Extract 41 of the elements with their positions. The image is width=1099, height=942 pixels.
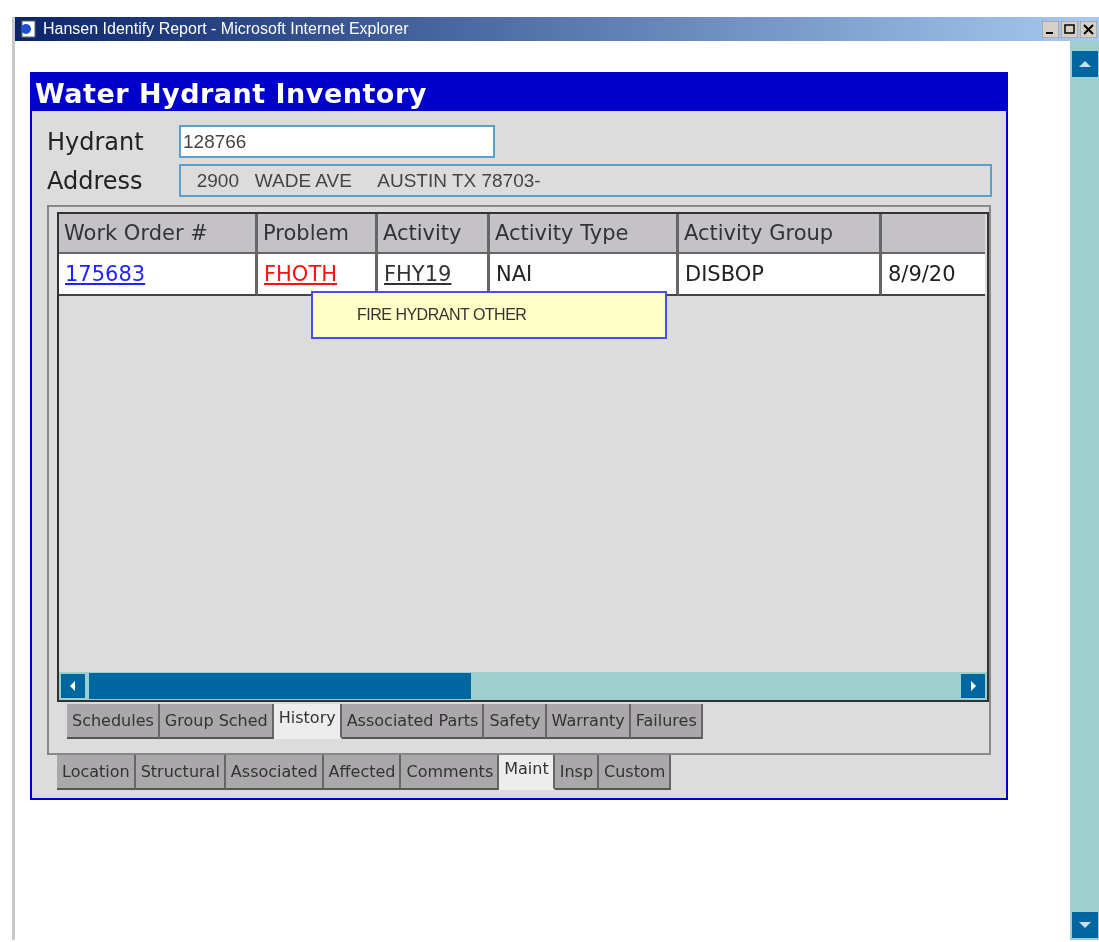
tab[interactable]: Custom xyxy=(599,755,672,790)
scroll-up-icon[interactable] xyxy=(1071,51,1098,77)
column-header: Work Order # xyxy=(59,214,258,254)
tab[interactable]: Affected xyxy=(323,755,402,790)
cell-link[interactable]: FHY19 xyxy=(384,262,452,286)
browser-icon xyxy=(19,20,37,38)
close-icon[interactable] xyxy=(1080,20,1097,38)
tab[interactable]: Associated xyxy=(225,755,324,790)
cell-link[interactable]: FHOTH xyxy=(264,262,338,286)
tooltip: FIRE HYDRANT OTHER xyxy=(311,291,667,339)
tab[interactable]: Location xyxy=(57,755,136,790)
column-header: Activity xyxy=(378,214,490,254)
tab[interactable]: Safety xyxy=(484,704,547,739)
maximize-icon[interactable] xyxy=(1061,20,1078,38)
tab[interactable]: Insp xyxy=(554,755,600,790)
scroll-right-icon[interactable] xyxy=(961,674,985,698)
minimize-icon[interactable] xyxy=(1042,20,1059,38)
table-cell: 8/9/20 xyxy=(882,254,985,296)
page-title: Water Hydrant Inventory xyxy=(32,74,1006,111)
tab[interactable]: Associated Parts xyxy=(341,704,485,739)
input-field[interactable]: 128766 xyxy=(179,125,495,158)
cell-link[interactable]: 175683 xyxy=(65,262,146,286)
tab[interactable]: Maint xyxy=(499,755,555,790)
field-label: Address xyxy=(47,166,144,195)
scroll-left-icon[interactable] xyxy=(61,674,85,698)
tab[interactable]: Failures xyxy=(630,704,703,739)
tab[interactable]: Group Sched xyxy=(159,704,274,739)
scroll-down-icon[interactable] xyxy=(1071,912,1098,938)
tab[interactable]: Schedules xyxy=(67,704,160,739)
tab[interactable]: History xyxy=(273,704,342,739)
column-header: Activity Group xyxy=(679,214,882,254)
scrollbar-thumb[interactable] xyxy=(89,673,471,699)
column-header: Activity Type xyxy=(490,214,679,254)
tab[interactable]: Warranty xyxy=(546,704,631,739)
tab[interactable]: Structural xyxy=(135,755,226,790)
readonly-field: 2900 WADE AVE AUSTIN TX 78703- xyxy=(178,164,992,197)
tab[interactable]: Comments xyxy=(401,755,500,790)
field-label: Hydrant xyxy=(47,127,145,156)
column-header: Problem xyxy=(258,214,378,254)
window-title: Hansen Identify Report - Microsoft Internet Explorer xyxy=(43,20,409,38)
table-cell: DISBOP xyxy=(679,254,882,296)
